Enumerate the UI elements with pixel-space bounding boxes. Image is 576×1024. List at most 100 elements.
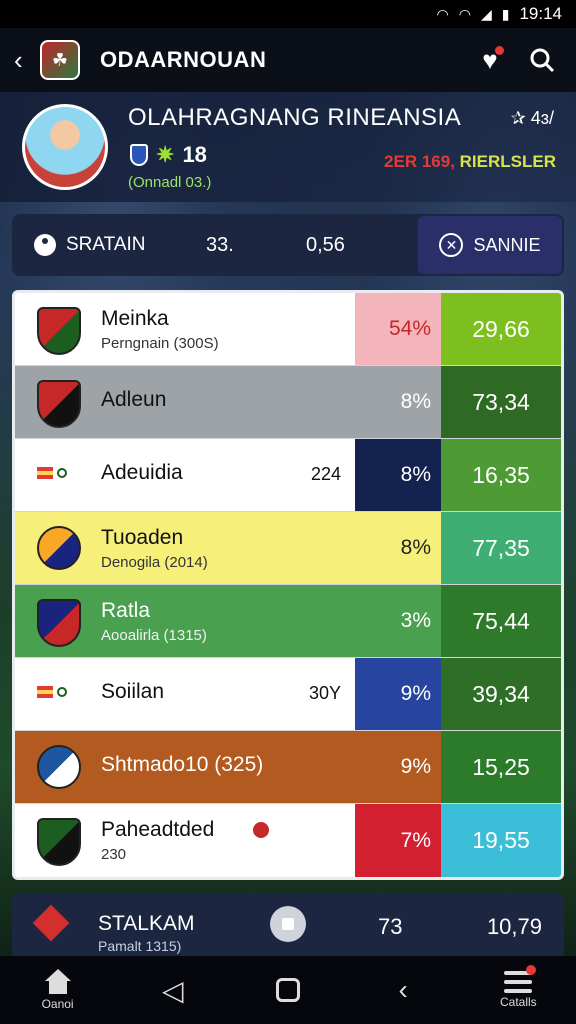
- nav-back[interactable]: ◁: [128, 958, 218, 1022]
- value-cell: 29,66: [441, 293, 561, 365]
- chevron-left-icon: ‹: [398, 974, 408, 1005]
- percent-cell: 8%: [355, 439, 441, 511]
- table-row[interactable]: Tuoaden Denogila (2014) 8% 77,35: [15, 512, 561, 585]
- nav-menu[interactable]: Catalls: [473, 958, 563, 1022]
- battery-icon: ▮: [501, 5, 510, 22]
- stat-label: SRATAIN: [66, 234, 146, 255]
- back-icon[interactable]: ‹: [14, 45, 36, 76]
- team-score: 30Y: [308, 683, 341, 703]
- player-number: 18: [182, 142, 207, 167]
- bottom-card-value-2: 10,79: [486, 914, 542, 939]
- nav-home[interactable]: Oanoi: [13, 958, 103, 1022]
- team-cell: Soiilan 30Y: [15, 658, 355, 730]
- player-badges: ✷ 18: [130, 142, 207, 168]
- table-row[interactable]: Shtmado10 (325) 9% 15,25: [15, 731, 561, 804]
- team-name: Adeuidia: [101, 461, 183, 484]
- player-rank: ✰ 4ɜ/: [510, 108, 554, 128]
- square-icon: [275, 978, 300, 1002]
- team-subtitle: 230: [101, 846, 127, 863]
- percent-cell: 8%: [355, 366, 441, 438]
- nav-previous[interactable]: ‹: [358, 958, 448, 1022]
- stat-action-label: SANNIE: [473, 234, 541, 255]
- team-crest-icon: [37, 380, 81, 428]
- value-cell: 39,34: [441, 658, 561, 730]
- bottom-card-title: STALKAM: [98, 912, 195, 935]
- table-row[interactable]: Soiilan 30Y 9% 39,34: [15, 658, 561, 731]
- table-row[interactable]: Paheadtded 230 7% 19,55: [15, 804, 561, 877]
- stat-value-1: 33.: [206, 233, 234, 256]
- nav-menu-label: Catalls: [500, 995, 537, 1009]
- search-button[interactable]: [522, 40, 562, 80]
- team-subtitle: Denogila (2014): [101, 554, 208, 571]
- value-cell: 19,55: [441, 804, 561, 877]
- value-cell: 75,44: [441, 585, 561, 657]
- team-name: Meinka: [101, 307, 169, 330]
- table-row[interactable]: Adeuidia 224 8% 16,35: [15, 439, 561, 512]
- flag-icon: [37, 686, 67, 698]
- team-table: Meinka Perngnain (300S) 54% 29,66 Adleun 8% 73…: [12, 290, 564, 880]
- search-icon: [530, 48, 555, 73]
- team-cell: Shtmado10 (325): [15, 731, 355, 803]
- back-triangle-icon: ◁: [162, 974, 184, 1006]
- team-crest-icon: [37, 307, 81, 355]
- percent-cell: 9%: [355, 731, 441, 803]
- team-name: Tuoaden: [101, 526, 184, 549]
- user-icon: [34, 234, 56, 256]
- star-icon: ✷: [156, 142, 175, 167]
- percent-cell: 9%: [355, 658, 441, 730]
- team-cell: Tuoaden Denogila (2014): [15, 512, 355, 584]
- nav-overview[interactable]: [243, 958, 333, 1022]
- notification-dot: [495, 46, 504, 55]
- table-row[interactable]: Ratla Aooalirla (1315) 3% 75,44: [15, 585, 561, 658]
- stat-bar: SRATAIN 33. 0,56 ✕ SANNIE: [12, 214, 564, 276]
- team-crest-icon: [37, 526, 81, 570]
- shield-icon: [130, 144, 148, 166]
- notification-dot: [526, 965, 537, 975]
- team-crest-icon: [37, 599, 81, 647]
- value-cell: 16,35: [441, 439, 561, 511]
- favorite-button[interactable]: ♥: [470, 40, 510, 80]
- team-subtitle: Aooalirla (1315): [101, 627, 207, 644]
- team-cell: Ratla Aooalirla (1315): [15, 585, 355, 657]
- value-cell: 73,34: [441, 366, 561, 438]
- bottom-card-subtitle: Pamalt 1315): [98, 938, 182, 954]
- table-row[interactable]: Adleun 8% 73,34: [15, 366, 561, 439]
- percent-cell: 8%: [355, 512, 441, 584]
- stat-action-button[interactable]: ✕ SANNIE: [418, 216, 562, 274]
- team-name: Soiilan: [101, 680, 165, 703]
- stat-value-2: 0,56: [306, 233, 345, 256]
- player-card[interactable]: OLAHRAGNANG RINEANSIA ✰ 4ɜ/ ✷ 18 (Onnadl…: [0, 92, 576, 202]
- wifi-icon: ◠: [436, 5, 449, 22]
- table-row[interactable]: Meinka Perngnain (300S) 54% 29,66: [15, 293, 561, 366]
- team-score: 224: [310, 464, 341, 484]
- badge-icon: [253, 822, 269, 838]
- status-time: 19:14: [519, 4, 562, 23]
- team-crest-icon: [37, 818, 81, 866]
- stop-button[interactable]: [270, 906, 306, 942]
- app-header: ‹ ☘ ODAARNOUAN ♥: [0, 28, 576, 92]
- team-cell: Paheadtded 230: [15, 804, 355, 877]
- player-avatar: [22, 104, 108, 190]
- percent-cell: 7%: [355, 804, 441, 877]
- nav-bar: Oanoi ◁ ‹ Catalls: [0, 956, 576, 1024]
- signal-icon: ◢: [480, 5, 492, 22]
- app-title: ODAARNOUAN: [100, 47, 267, 72]
- team-name: Shtmado10 (325): [101, 753, 264, 776]
- nav-home-label: Oanoi: [41, 997, 74, 1011]
- team-cell: Adleun: [15, 366, 355, 438]
- flag-icon: [37, 467, 67, 479]
- percent-cell: 3%: [355, 585, 441, 657]
- alert-icon: [32, 904, 70, 942]
- bottom-card-value-1: 73: [378, 914, 403, 939]
- team-name: Adleun: [101, 388, 167, 411]
- value-cell: 77,35: [441, 512, 561, 584]
- close-circle-icon: ✕: [439, 233, 464, 257]
- player-name: OLAHRAGNANG RINEANSIA: [128, 104, 462, 131]
- team-cell: Meinka Perngnain (300S): [15, 293, 355, 365]
- bottom-card[interactable]: STALKAM Pamalt 1315) 73 10,79: [12, 894, 564, 956]
- team-subtitle: Perngnain (300S): [101, 335, 219, 352]
- team-crest-icon: [37, 745, 81, 789]
- percent-cell: 54%: [355, 293, 441, 365]
- home-icon: [43, 969, 73, 995]
- team-name: Ratla: [101, 599, 151, 622]
